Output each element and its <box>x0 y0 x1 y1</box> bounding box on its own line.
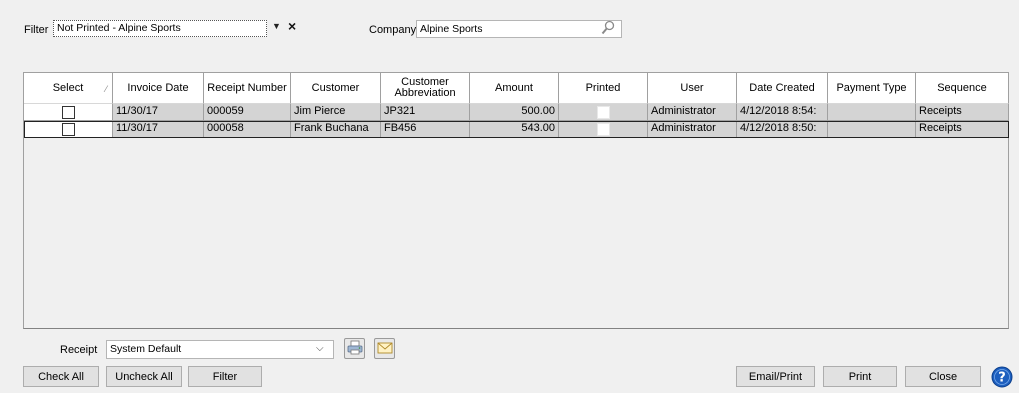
column-header-receipt-number[interactable]: Receipt Number <box>204 73 291 104</box>
user-cell: Administrator <box>648 121 737 138</box>
payment-type-cell <box>828 121 916 138</box>
table-row[interactable]: 11/30/17 000059 Jim Pierce JP321 500.00 … <box>24 104 1009 121</box>
company-label: Company <box>369 24 417 36</box>
column-header-select[interactable]: Select ⁄ <box>24 73 113 104</box>
company-field[interactable]: Alpine Sports <box>416 20 622 38</box>
column-header-invoice-date[interactable]: Invoice Date <box>113 73 204 104</box>
receipt-label: Receipt <box>60 344 98 356</box>
user-cell: Administrator <box>648 104 737 121</box>
filter-select[interactable]: Not Printed - Alpine Sports <box>53 20 267 37</box>
customer-cell: Frank Buchana <box>291 121 381 138</box>
printed-cell <box>559 121 648 138</box>
chevron-down-icon[interactable]: ⌵ <box>316 343 324 354</box>
check-all-button[interactable]: Check All <box>23 366 99 387</box>
table-row[interactable]: 11/30/17 000058 Frank Buchana FB456 543.… <box>24 121 1009 138</box>
printed-checkbox <box>596 105 610 119</box>
close-button[interactable]: Close <box>905 366 981 387</box>
sequence-cell: Receipts <box>916 121 1009 138</box>
receipt-number-cell: 000058 <box>204 121 291 138</box>
row-select-checkbox[interactable] <box>24 104 113 121</box>
svg-text:?: ? <box>998 371 1006 386</box>
filter-label: Filter <box>24 24 49 36</box>
column-header-date-created[interactable]: Date Created <box>737 73 828 104</box>
email-button[interactable] <box>374 338 395 359</box>
amount-cell: 500.00 <box>470 104 559 121</box>
amount-cell: 543.00 <box>470 121 559 138</box>
column-header-user[interactable]: User <box>648 73 737 104</box>
date-created-cell: 4/12/2018 8:50: <box>737 121 828 138</box>
print-button[interactable]: Print <box>823 366 897 387</box>
date-created-cell: 4/12/2018 8:54: <box>737 104 828 121</box>
customer-cell: Jim Pierce <box>291 104 381 121</box>
search-icon[interactable] <box>601 20 615 39</box>
column-header-sequence[interactable]: Sequence <box>916 73 1009 104</box>
receipt-number-cell: 000059 <box>204 104 291 121</box>
checkbox[interactable] <box>61 122 75 136</box>
filter-button[interactable]: Filter <box>188 366 262 387</box>
grid-header-row: Select ⁄ Invoice Date Receipt Number Cus… <box>24 73 1009 104</box>
column-header-printed[interactable]: Printed <box>559 73 648 104</box>
printed-checkbox <box>596 122 610 136</box>
column-header-payment-type[interactable]: Payment Type <box>828 73 916 104</box>
column-header-customer-abbreviation[interactable]: Customer Abbreviation <box>381 73 470 104</box>
column-header-customer[interactable]: Customer <box>291 73 381 104</box>
uncheck-all-button[interactable]: Uncheck All <box>106 366 182 387</box>
sequence-cell: Receipts <box>916 104 1009 121</box>
checkbox[interactable] <box>61 105 75 119</box>
filter-dropdown-arrow-icon[interactable]: ▼ <box>272 21 281 31</box>
clear-filter-icon[interactable]: × <box>288 18 296 34</box>
column-header-label: Select <box>52 81 84 94</box>
printed-cell <box>559 104 648 121</box>
printer-button[interactable] <box>344 338 365 359</box>
payment-type-cell <box>828 104 916 121</box>
receipts-grid[interactable]: Select ⁄ Invoice Date Receipt Number Cus… <box>23 72 1009 329</box>
invoice-date-cell: 11/30/17 <box>113 121 204 138</box>
customer-abbreviation-cell: FB456 <box>381 121 470 138</box>
email-icon <box>377 341 393 357</box>
row-select-checkbox[interactable] <box>24 121 113 138</box>
invoice-date-cell: 11/30/17 <box>113 104 204 121</box>
email-print-button[interactable]: Email/Print <box>736 366 815 387</box>
help-button[interactable]: ? <box>991 366 1013 388</box>
sort-indicator-icon: ⁄ <box>105 84 107 94</box>
help-icon: ? <box>991 366 1013 391</box>
customer-abbreviation-cell: JP321 <box>381 104 470 121</box>
column-header-amount[interactable]: Amount <box>470 73 559 104</box>
printer-icon <box>347 340 363 358</box>
receipt-select[interactable]: System Default <box>106 340 334 359</box>
